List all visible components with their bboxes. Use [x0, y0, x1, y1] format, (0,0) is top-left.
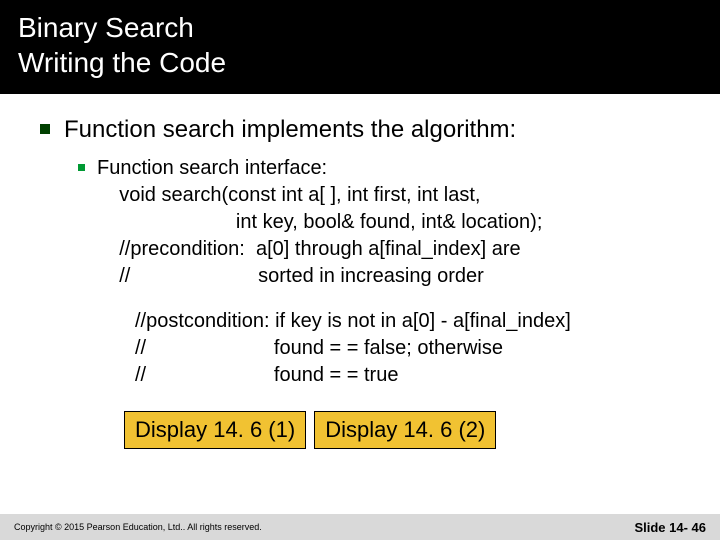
copyright-text: Copyright © 2015 Pearson Education, Ltd.… [14, 522, 262, 532]
main-bullet-text: Function search implements the algorithm… [64, 114, 516, 145]
title-line-1: Binary Search [18, 10, 702, 45]
display-button-1[interactable]: Display 14. 6 (1) [124, 411, 306, 449]
bullet-icon [40, 124, 50, 134]
display-buttons-row: Display 14. 6 (1) Display 14. 6 (2) [124, 411, 680, 449]
display-button-2[interactable]: Display 14. 6 (2) [314, 411, 496, 449]
title-bar: Binary Search Writing the Code [0, 0, 720, 94]
sub-bullet-block: Function search interface: void search(c… [78, 155, 680, 389]
sub-bullet-text: Function search interface: void search(c… [97, 155, 542, 290]
sub-bullet-row: Function search interface: void search(c… [78, 155, 680, 290]
content-area: Function search implements the algorithm… [0, 94, 720, 449]
sub-bullet-icon [78, 164, 85, 171]
slide-number: Slide 14- 46 [634, 520, 706, 535]
footer-bar: Copyright © 2015 Pearson Education, Ltd.… [0, 514, 720, 540]
postcondition-text: //postcondition: if key is not in a[0] -… [135, 308, 680, 389]
title-line-2: Writing the Code [18, 45, 702, 80]
main-bullet-row: Function search implements the algorithm… [40, 114, 680, 145]
